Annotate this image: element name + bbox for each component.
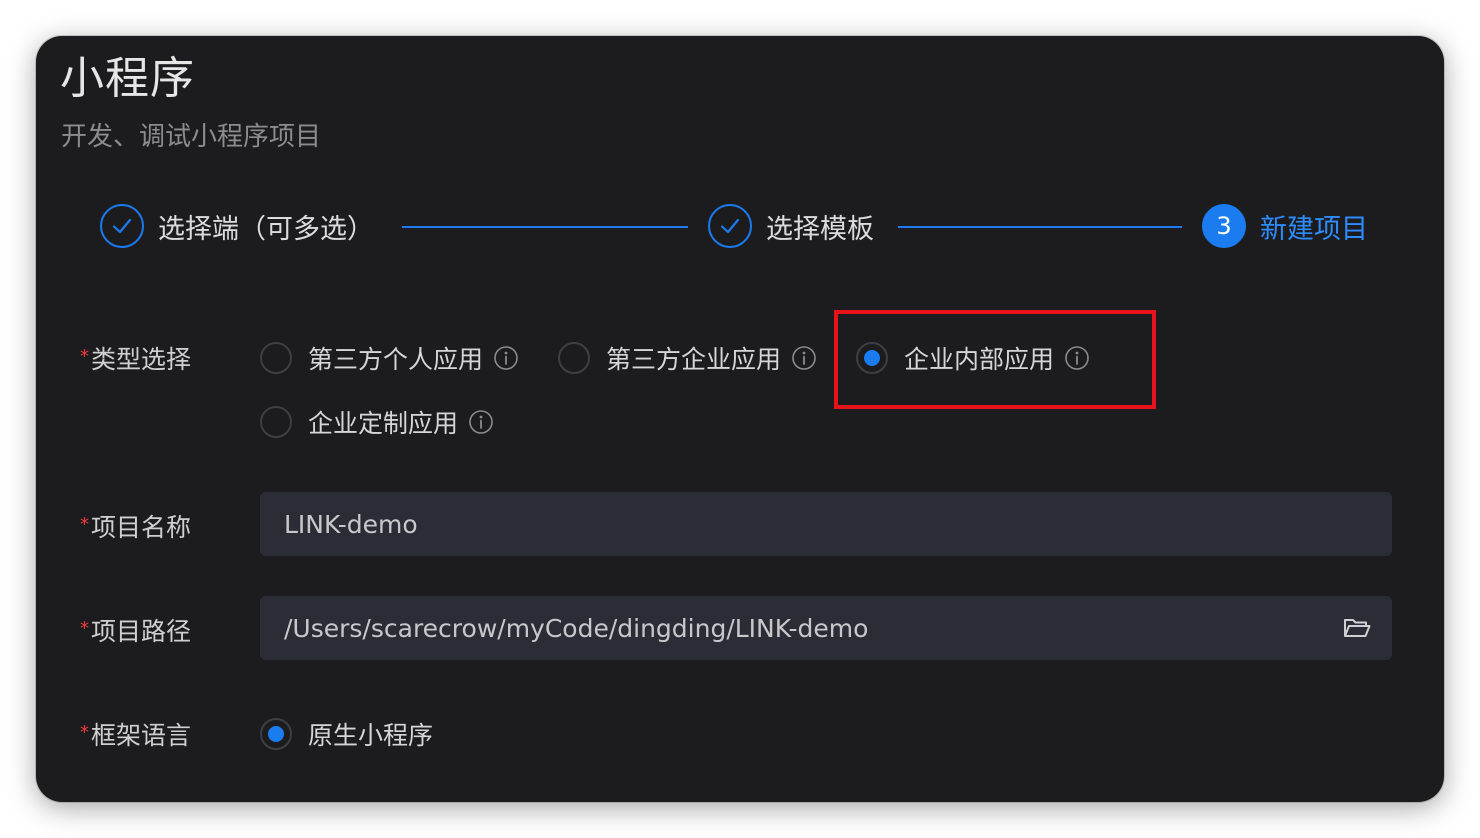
highlight-annotation-box	[834, 310, 1156, 409]
radio-label: 第三方企业应用	[606, 345, 782, 374]
required-mark: *	[80, 618, 89, 639]
framework-label: *框架语言	[80, 716, 191, 752]
step-new-project[interactable]: 3 新建项目	[1202, 204, 1368, 248]
radio-label: 原生小程序	[308, 721, 434, 750]
project-path-input[interactable]: /Users/scarecrow/myCode/dingding/LINK-de…	[260, 596, 1392, 660]
folder-open-icon[interactable]	[1342, 613, 1372, 643]
step-number-badge: 3	[1202, 204, 1246, 248]
radio-option-third-party-personal[interactable]: 第三方个人应用	[260, 341, 519, 375]
step-label: 新建项目	[1260, 213, 1368, 245]
required-mark: *	[80, 722, 89, 743]
radio-label: 第三方个人应用	[308, 345, 484, 374]
page-title: 小程序	[60, 53, 195, 104]
info-icon[interactable]	[468, 409, 494, 435]
step-connector	[898, 226, 1182, 228]
step-select-platform[interactable]: 选择端（可多选）	[100, 204, 374, 248]
radio-option-enterprise-custom[interactable]: 企业定制应用	[260, 405, 494, 439]
info-icon[interactable]	[493, 345, 519, 371]
step-connector	[402, 226, 688, 228]
input-value: /Users/scarecrow/myCode/dingding/LINK-de…	[284, 613, 869, 643]
radio-option-third-party-enterprise[interactable]: 第三方企业应用	[558, 341, 817, 375]
label-text: 框架语言	[91, 721, 192, 750]
label-text: 类型选择	[91, 345, 192, 374]
label-text: 项目名称	[91, 513, 192, 542]
input-value: LINK-demo	[284, 509, 418, 539]
radio-button[interactable]	[260, 406, 292, 438]
step-label: 选择模板	[766, 213, 874, 245]
project-path-label: *项目路径	[80, 612, 191, 648]
radio-button[interactable]	[558, 342, 590, 374]
radio-button-selected[interactable]	[260, 718, 292, 750]
page-subtitle: 开发、调试小程序项目	[61, 122, 322, 152]
info-icon[interactable]	[791, 345, 817, 371]
project-name-input[interactable]: LINK-demo	[260, 492, 1392, 556]
radio-label: 企业定制应用	[308, 409, 459, 438]
required-mark: *	[80, 514, 89, 535]
check-icon	[100, 204, 144, 248]
radio-button[interactable]	[260, 342, 292, 374]
check-icon	[708, 204, 752, 248]
mini-program-window: 小程序 开发、调试小程序项目 选择端（可多选） 选择模板 3 新建项目 *类型选…	[36, 36, 1444, 802]
radio-option-native-mini-program[interactable]: 原生小程序	[260, 717, 433, 751]
type-field-label: *类型选择	[80, 340, 191, 376]
step-label: 选择端（可多选）	[158, 213, 374, 245]
project-name-label: *项目名称	[80, 508, 191, 544]
required-mark: *	[80, 346, 89, 367]
step-select-template[interactable]: 选择模板	[708, 204, 874, 248]
label-text: 项目路径	[91, 617, 192, 646]
